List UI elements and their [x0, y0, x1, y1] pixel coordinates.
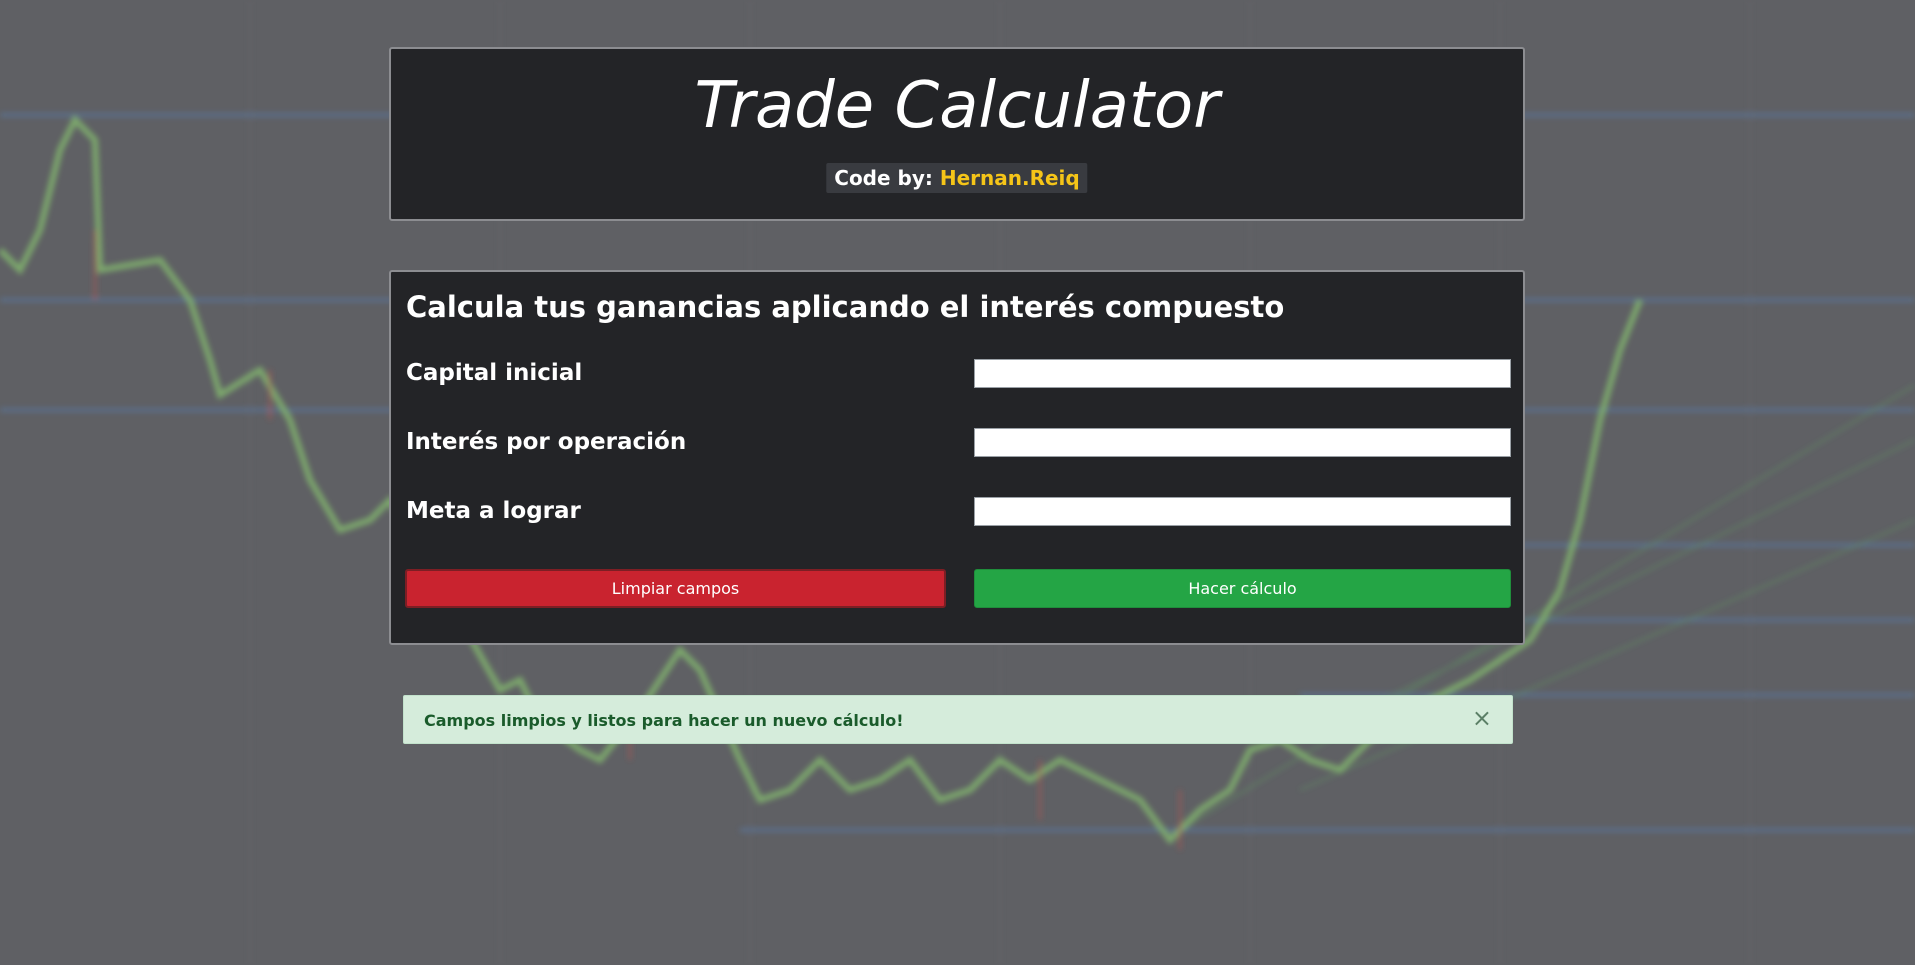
alert-message: Campos limpios y listos para hacer un nu…	[424, 711, 904, 730]
close-icon[interactable]: ×	[1472, 706, 1492, 730]
capital-input[interactable]	[974, 359, 1511, 388]
clear-fields-button[interactable]: Limpiar campos	[405, 569, 946, 608]
goal-label: Meta a lograr	[406, 498, 581, 524]
calculator-form: Calcula tus ganancias aplicando el inter…	[389, 270, 1525, 645]
calculate-button[interactable]: Hacer cálculo	[974, 569, 1511, 608]
page-title: Trade Calculator	[694, 69, 1220, 143]
interest-input[interactable]	[974, 428, 1511, 457]
credit-author: Hernan.Reiq	[939, 166, 1080, 190]
interest-label: Interés por operación	[406, 429, 687, 455]
success-alert: Campos limpios y listos para hacer un nu…	[403, 695, 1513, 744]
credit-badge: Code by: Hernan.Reiq	[826, 163, 1088, 193]
goal-input[interactable]	[974, 497, 1511, 526]
form-title: Calcula tus ganancias aplicando el inter…	[406, 290, 1285, 324]
capital-label: Capital inicial	[406, 360, 583, 386]
header-card: Trade Calculator Code by: Hernan.Reiq	[389, 47, 1525, 221]
credit-prefix: Code by:	[834, 166, 933, 190]
